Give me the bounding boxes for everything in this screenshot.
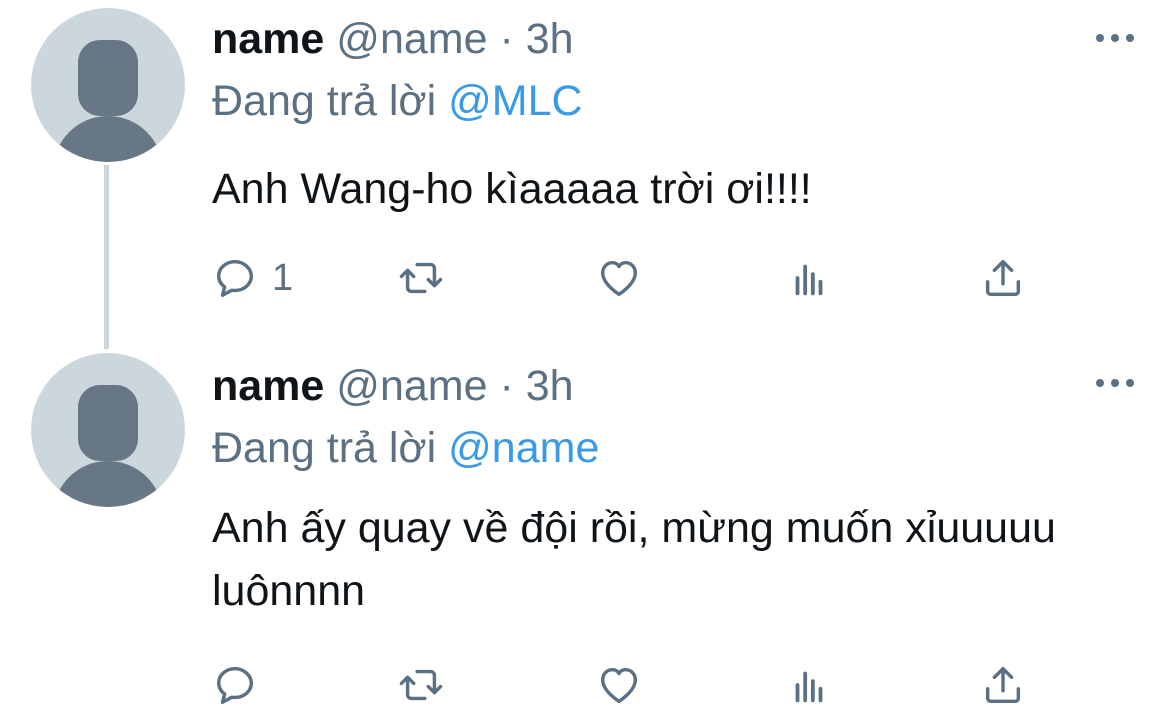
like-icon [600, 667, 638, 704]
more-icon-dot [1126, 379, 1134, 387]
tweet[interactable]: name @name · 3h Đang trả lời @name Anh ấ… [0, 345, 1170, 726]
share-icon [985, 666, 1021, 704]
avatar-body-shape [53, 116, 163, 162]
tweet[interactable]: name @name · 3h Đang trả lời @MLC Anh Wa… [0, 0, 1170, 349]
display-name[interactable]: name [212, 15, 324, 63]
more-icon-dot [1111, 379, 1119, 387]
avatar-head-shape [78, 40, 138, 116]
reply-button[interactable] [212, 657, 272, 713]
reply-icon [216, 259, 254, 297]
retweet-icon [399, 262, 443, 294]
stats-icon [795, 671, 823, 703]
more-options-button[interactable] [1096, 30, 1136, 46]
analytics-button[interactable] [786, 250, 832, 306]
like-button[interactable] [596, 250, 642, 306]
retweet-button[interactable] [398, 657, 444, 713]
separator: · [499, 15, 514, 63]
more-icon [1096, 379, 1104, 387]
replying-prefix: Đang trả lời [212, 424, 437, 472]
share-icon [985, 259, 1021, 297]
avatar[interactable] [31, 8, 185, 162]
stats-icon [795, 264, 823, 296]
avatar-body-shape [53, 461, 163, 507]
action-bar: 1 [212, 250, 1042, 306]
share-button[interactable] [980, 657, 1026, 713]
more-options-button[interactable] [1096, 375, 1136, 391]
reply-icon [216, 666, 254, 704]
retweet-icon [399, 669, 443, 701]
reply-count: 1 [272, 256, 294, 299]
more-icon-dot [1126, 34, 1134, 42]
reply-button[interactable]: 1 [212, 250, 293, 306]
like-icon [600, 260, 638, 297]
retweet-button[interactable] [398, 250, 444, 306]
replying-prefix: Đang trả lời [212, 77, 437, 125]
avatar[interactable] [31, 353, 185, 507]
replying-mention-link[interactable]: @name [448, 424, 599, 472]
tweet-header: name @name · 3h [212, 359, 574, 413]
handle[interactable]: @name [336, 362, 487, 410]
timestamp[interactable]: 3h [526, 362, 574, 410]
separator: · [499, 362, 514, 410]
tweet-header: name @name · 3h [212, 12, 574, 66]
display-name[interactable]: name [212, 362, 324, 410]
timestamp[interactable]: 3h [526, 15, 574, 63]
analytics-button[interactable] [786, 657, 832, 713]
handle[interactable]: @name [336, 15, 487, 63]
avatar-head-shape [78, 385, 138, 461]
replying-mention-link[interactable]: @MLC [448, 77, 582, 125]
action-bar [212, 657, 1042, 713]
like-button[interactable] [596, 657, 642, 713]
replying-to-line: Đang trả lời @MLC [212, 74, 583, 128]
share-button[interactable] [980, 250, 1026, 306]
replying-to-line: Đang trả lời @name [212, 421, 599, 475]
tweet-text: Anh ấy quay về đội rồi, mừng muốn xỉuuuu… [212, 504, 1056, 615]
more-icon-dot [1111, 34, 1119, 42]
tweet-text: Anh Wang-ho kìaaaaa trời ơi!!!! [212, 165, 812, 213]
more-icon [1096, 34, 1104, 42]
thread-connector-line [104, 165, 109, 349]
